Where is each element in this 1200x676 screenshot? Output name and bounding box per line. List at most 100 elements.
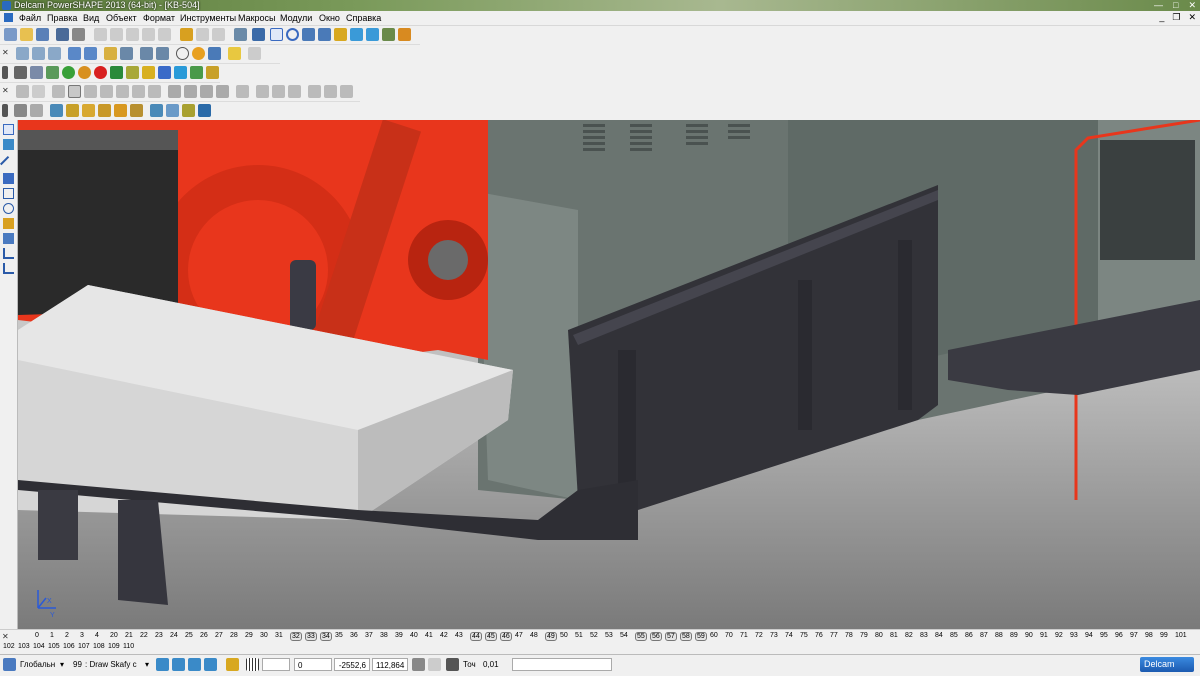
solid-tool-icon[interactable] [3, 218, 14, 229]
toolbar-close-icon[interactable]: ✕ [2, 48, 9, 57]
menu-help[interactable]: Справка [344, 12, 383, 24]
levels-close-icon[interactable]: ✕ [2, 632, 9, 641]
solid-o-icon[interactable] [256, 85, 269, 98]
level-36[interactable]: 36 [350, 632, 358, 639]
crosshair-icon[interactable] [176, 47, 189, 60]
snap-c-icon[interactable] [188, 658, 201, 671]
y-coord-field[interactable]: -2552,6 [334, 658, 370, 671]
level-41[interactable]: 41 [425, 632, 433, 639]
level-91[interactable]: 91 [1040, 632, 1048, 639]
undo-icon[interactable] [180, 28, 193, 41]
view-front-icon[interactable] [16, 47, 29, 60]
tolerance-field[interactable]: 0,01 [480, 658, 510, 671]
copy-icon[interactable] [110, 28, 123, 41]
level-42[interactable]: 42 [440, 632, 448, 639]
snap-d-icon[interactable] [204, 658, 217, 671]
line-icon[interactable] [0, 156, 17, 173]
level-98[interactable]: 98 [1145, 632, 1153, 639]
solid-i-icon[interactable] [148, 85, 161, 98]
level-name[interactable]: : Draw Skafy c [85, 659, 137, 671]
level-109[interactable]: 109 [108, 643, 120, 650]
level-87[interactable]: 87 [980, 632, 988, 639]
level-43[interactable]: 43 [455, 632, 463, 639]
level-38[interactable]: 38 [380, 632, 388, 639]
level-dropdown-icon[interactable]: ▾ [145, 659, 149, 671]
level-33[interactable]: 33 [305, 632, 317, 641]
workplane-select[interactable]: Глобальн [20, 659, 55, 671]
menu-edit[interactable]: Правка [45, 12, 79, 24]
maximize-button[interactable]: □ [1173, 0, 1178, 11]
level-25[interactable]: 25 [185, 632, 193, 639]
redo-icon[interactable] [196, 28, 209, 41]
save-icon[interactable] [36, 28, 49, 41]
level-56[interactable]: 56 [650, 632, 662, 641]
mirror-icon[interactable] [30, 104, 43, 117]
coord-blank-field[interactable] [262, 658, 290, 671]
solid-j-icon[interactable] [168, 85, 181, 98]
level-71[interactable]: 71 [740, 632, 748, 639]
level-84[interactable]: 84 [935, 632, 943, 639]
level-48[interactable]: 48 [530, 632, 538, 639]
menu-window[interactable]: Окно [317, 12, 342, 24]
level-60[interactable]: 60 [710, 632, 718, 639]
level-106[interactable]: 106 [63, 643, 75, 650]
level-94[interactable]: 94 [1085, 632, 1093, 639]
level-77[interactable]: 77 [830, 632, 838, 639]
material-icon[interactable] [46, 66, 59, 79]
level-21[interactable]: 21 [125, 632, 133, 639]
green-ball-icon[interactable] [62, 66, 75, 79]
level-93[interactable]: 93 [1070, 632, 1078, 639]
level-72[interactable]: 72 [755, 632, 763, 639]
solid-n-icon[interactable] [236, 85, 249, 98]
level-4[interactable]: 4 [95, 632, 99, 639]
level-103[interactable]: 103 [18, 643, 30, 650]
delete-icon[interactable] [158, 28, 171, 41]
command-field[interactable] [512, 658, 612, 671]
f6-icon[interactable] [130, 104, 143, 117]
settings-icon[interactable] [226, 658, 239, 671]
snap-b-icon[interactable] [172, 658, 185, 671]
assembly-icon[interactable] [174, 66, 187, 79]
cube-icon[interactable] [142, 66, 155, 79]
level-20[interactable]: 20 [110, 632, 118, 639]
level-31[interactable]: 31 [275, 632, 283, 639]
solid-f-icon[interactable] [100, 85, 113, 98]
f9-icon[interactable] [182, 104, 195, 117]
workplane-icon[interactable] [3, 658, 16, 671]
solid-a-icon[interactable] [16, 85, 29, 98]
wireframe-icon[interactable] [208, 47, 221, 60]
doc2-icon[interactable] [30, 66, 43, 79]
curve-tool-icon[interactable] [3, 248, 14, 259]
mdi-restore-button[interactable]: ❐ [1172, 12, 1180, 23]
solid-h-icon[interactable] [132, 85, 145, 98]
clear-icon[interactable] [428, 658, 441, 671]
level-37[interactable]: 37 [365, 632, 373, 639]
solid-p-icon[interactable] [272, 85, 285, 98]
level-104[interactable]: 104 [33, 643, 45, 650]
play-icon[interactable] [110, 66, 123, 79]
layers-icon[interactable] [158, 66, 171, 79]
menu-view[interactable]: Вид [81, 12, 101, 24]
level-92[interactable]: 92 [1055, 632, 1063, 639]
level-3[interactable]: 3 [80, 632, 84, 639]
link-icon[interactable] [318, 28, 331, 41]
level-83[interactable]: 83 [920, 632, 928, 639]
level-23[interactable]: 23 [155, 632, 163, 639]
layer-icon[interactable] [14, 66, 27, 79]
hand-icon[interactable] [248, 47, 261, 60]
shaded-icon[interactable] [192, 47, 205, 60]
level-108[interactable]: 108 [93, 643, 105, 650]
doc-icon[interactable] [4, 13, 13, 22]
print-icon[interactable] [56, 28, 69, 41]
snap-a-icon[interactable] [156, 658, 169, 671]
box-icon[interactable] [126, 66, 139, 79]
level-2[interactable]: 2 [65, 632, 69, 639]
f3-icon[interactable] [82, 104, 95, 117]
solid-e-icon[interactable] [84, 85, 97, 98]
level-45[interactable]: 45 [485, 632, 497, 641]
level-85[interactable]: 85 [950, 632, 958, 639]
level-76[interactable]: 76 [815, 632, 823, 639]
level-55[interactable]: 55 [635, 632, 647, 641]
solid-s-icon[interactable] [324, 85, 337, 98]
x-coord-field[interactable]: 0 [294, 658, 332, 671]
